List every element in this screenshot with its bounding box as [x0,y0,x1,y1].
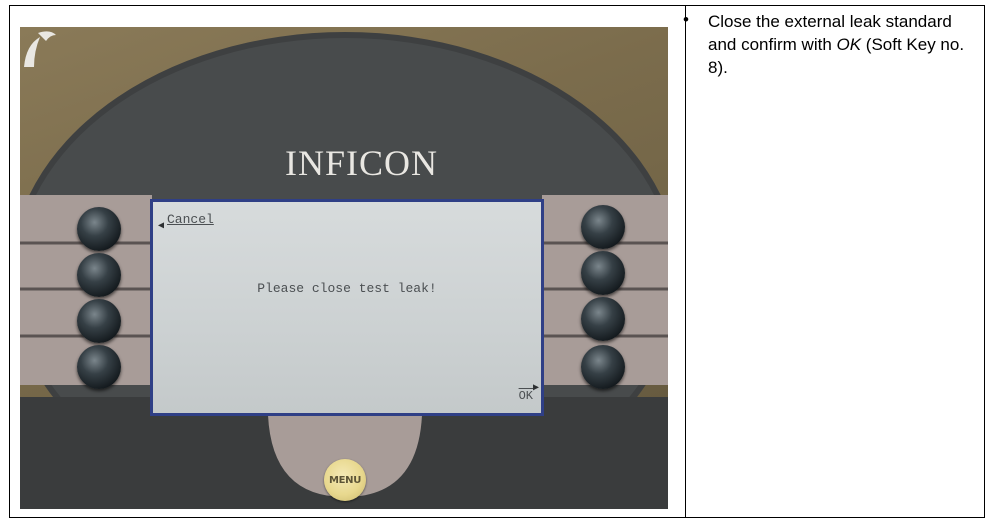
lcd-screen: ◀ Cancel Please close test leak! OK ▶ [150,199,544,416]
instruction-text: Close the external leak standard and con… [708,10,983,79]
soft-key-2[interactable] [77,253,121,297]
instruction-ok-italic: OK [836,35,862,54]
soft-key-8[interactable] [581,345,625,389]
lcd-message: Please close test leak! [257,281,437,296]
soft-key-3[interactable] [77,299,121,343]
lcd-cancel-text: Cancel [167,212,214,227]
bullet-marker: • [683,10,689,29]
soft-key-7[interactable] [581,297,625,341]
lcd-ok-softkey-label: OK ▶ [518,383,539,403]
menu-button[interactable]: MENU [324,459,366,501]
device-photo: INFICON ◀ Cancel Please close test leak!… [20,27,668,509]
soft-key-6[interactable] [581,251,625,295]
lcd-cancel-softkey-label: ◀ Cancel [158,212,214,232]
soft-key-4[interactable] [77,345,121,389]
brand-logo-text: INFICON [285,143,439,183]
column-divider [685,6,686,517]
right-arrow-icon: ▶ [532,383,539,394]
soft-key-1[interactable] [77,207,121,251]
left-arrow-icon: ◀ [158,221,165,232]
inficon-logo-icon [24,31,56,67]
soft-key-5[interactable] [581,205,625,249]
lcd-ok-text: OK [518,389,533,403]
